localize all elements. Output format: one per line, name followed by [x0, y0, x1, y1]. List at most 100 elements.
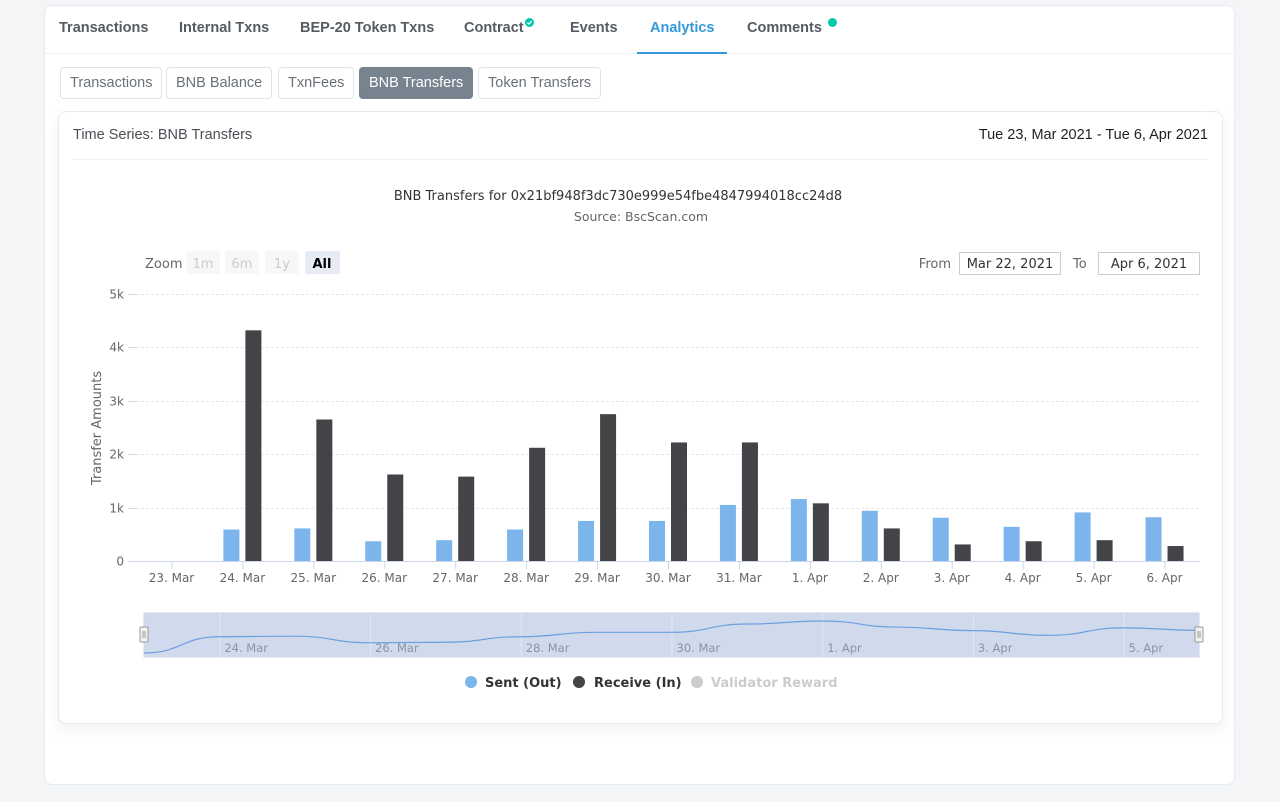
legend-item-validator-reward[interactable]: Validator Reward: [691, 676, 838, 691]
tab-label: Contract: [464, 20, 524, 36]
zoom-all-label: All: [313, 257, 332, 272]
y-tick-label: 3k: [109, 395, 124, 409]
y-tick-label: 5k: [109, 288, 124, 302]
bar-sent: [223, 529, 240, 561]
x-tick-label: 6. Apr: [1147, 571, 1183, 585]
navigator-left-handle[interactable]: [139, 626, 149, 643]
new-comment-dot-icon: [828, 18, 837, 27]
chart-subtitle: Source: BscScan.com: [574, 209, 708, 224]
handle-grip-icon: [139, 626, 149, 643]
zoom-1m-label: 1m: [193, 257, 214, 272]
tab-internal-txns[interactable]: Internal Txns: [179, 6, 269, 54]
chart-title: BNB Transfers for 0x21bf948f3dc730e999e5…: [394, 189, 842, 204]
bar-receive: [883, 528, 900, 561]
tab-label: Comments: [747, 20, 822, 36]
tab-bep20-token-txns[interactable]: BEP-20 Token Txns: [300, 6, 434, 54]
chart-panel: Time Series: BNB Transfers Tue 23, Mar 2…: [58, 111, 1223, 724]
tab-contract[interactable]: Contract: [464, 6, 534, 54]
zoom-label: Zoom: [145, 257, 182, 272]
subtab-transactions[interactable]: Transactions: [60, 67, 163, 99]
bar-sent: [932, 517, 949, 561]
y-axis-title: Transfer Amounts: [90, 371, 105, 486]
bar-sent: [861, 510, 878, 561]
navigator-label: 24. Mar: [224, 641, 268, 655]
navigator-label: 30. Mar: [677, 641, 721, 655]
tab-label: BEP-20 Token Txns: [300, 20, 435, 36]
tab-events[interactable]: Events: [570, 6, 618, 54]
verified-check-icon: [525, 18, 534, 27]
zoom-6m-label: 6m: [232, 257, 253, 272]
bar-receive: [741, 442, 758, 561]
navigator-right-handle[interactable]: [1194, 626, 1204, 643]
x-tick-label: 5. Apr: [1076, 571, 1112, 585]
legend-label-sent: Sent (Out): [485, 676, 562, 691]
from-label: From: [919, 257, 951, 272]
bar-receive: [529, 447, 546, 561]
x-tick-label: 3. Apr: [934, 571, 970, 585]
legend-label-receive: Receive (In): [594, 676, 682, 691]
x-tick-label: 24. Mar: [220, 571, 266, 585]
y-tick-label: 1k: [109, 502, 124, 516]
zoom-all-button[interactable]: All: [305, 251, 340, 274]
tab-label: Events: [570, 20, 618, 36]
subtab-bnb-balance[interactable]: BNB Balance: [166, 67, 273, 99]
bar-receive: [600, 414, 617, 561]
x-tick-label: 28. Mar: [503, 571, 549, 585]
zoom-6m-button[interactable]: 6m: [225, 251, 259, 274]
outer-card: Transactions Internal Txns BEP-20 Token …: [44, 5, 1235, 785]
subtab-token-transfers[interactable]: Token Transfers: [478, 67, 602, 99]
bar-sent: [1003, 526, 1020, 561]
legend-item-receive[interactable]: Receive (In): [573, 676, 682, 691]
x-tick-label: 29. Mar: [574, 571, 620, 585]
bar-receive: [1096, 540, 1113, 561]
navigator-label: 1. Apr: [827, 641, 862, 655]
to-date-value: Apr 6, 2021: [1111, 257, 1187, 272]
tab-comments[interactable]: Comments: [747, 6, 837, 54]
bar-receive: [316, 419, 333, 561]
subtab-bnb-transfers[interactable]: BNB Transfers: [359, 67, 474, 99]
zoom-1y-button[interactable]: 1y: [265, 251, 299, 274]
subtab-txnfees[interactable]: TxnFees: [278, 67, 355, 99]
tab-label: Transactions: [59, 20, 149, 36]
bar-sent: [719, 504, 736, 561]
bar-sent: [294, 528, 311, 561]
x-tick-label: 26. Mar: [361, 571, 407, 585]
from-date-value: Mar 22, 2021: [967, 257, 1054, 272]
y-tick-label: 4k: [109, 341, 124, 355]
legend-item-sent[interactable]: Sent (Out): [465, 676, 562, 691]
bar-sent: [365, 541, 382, 561]
bar-receive: [458, 476, 475, 561]
zoom-1m-button[interactable]: 1m: [186, 251, 220, 274]
bar-sent: [649, 520, 665, 561]
tab-label: Analytics: [650, 20, 715, 36]
legend-label-validator-reward: Validator Reward: [711, 676, 838, 691]
from-date-input[interactable]: Mar 22, 2021: [959, 252, 1061, 275]
tab-analytics[interactable]: Analytics: [636, 6, 729, 54]
x-tick-label: 27. Mar: [432, 571, 478, 585]
y-tick-label: 0: [116, 555, 124, 569]
bar-sent: [790, 499, 807, 561]
bar-receive: [954, 544, 971, 561]
navigator-label: 3. Apr: [978, 641, 1013, 655]
bar-sent: [436, 540, 453, 561]
bar-sent: [578, 520, 595, 561]
bnb-transfers-chart: BNB Transfers for 0x21bf948f3dc730e999e5…: [90, 189, 1204, 691]
bar-receive: [812, 503, 829, 561]
tab-transactions[interactable]: Transactions: [59, 6, 148, 54]
legend-symbol-validator-reward: [691, 676, 703, 688]
bar-receive: [387, 474, 404, 561]
bar-receive: [1025, 541, 1042, 561]
legend-symbol-sent: [465, 676, 477, 688]
legend: Sent (Out) Receive (In) Validator Reward: [465, 676, 838, 691]
x-tick-label: 2. Apr: [863, 571, 899, 585]
to-date-input[interactable]: Apr 6, 2021: [1098, 252, 1200, 275]
bar-receive: [1167, 546, 1184, 561]
bar-sent: [1074, 512, 1091, 561]
x-tick-label: 31. Mar: [716, 571, 762, 585]
to-label: To: [1072, 257, 1087, 272]
bar-sent: [507, 529, 524, 561]
x-tick-label: 23. Mar: [149, 571, 195, 585]
x-tick-label: 1. Apr: [792, 571, 828, 585]
navigator-label: 28. Mar: [526, 641, 570, 655]
tab-label: Internal Txns: [179, 20, 270, 36]
